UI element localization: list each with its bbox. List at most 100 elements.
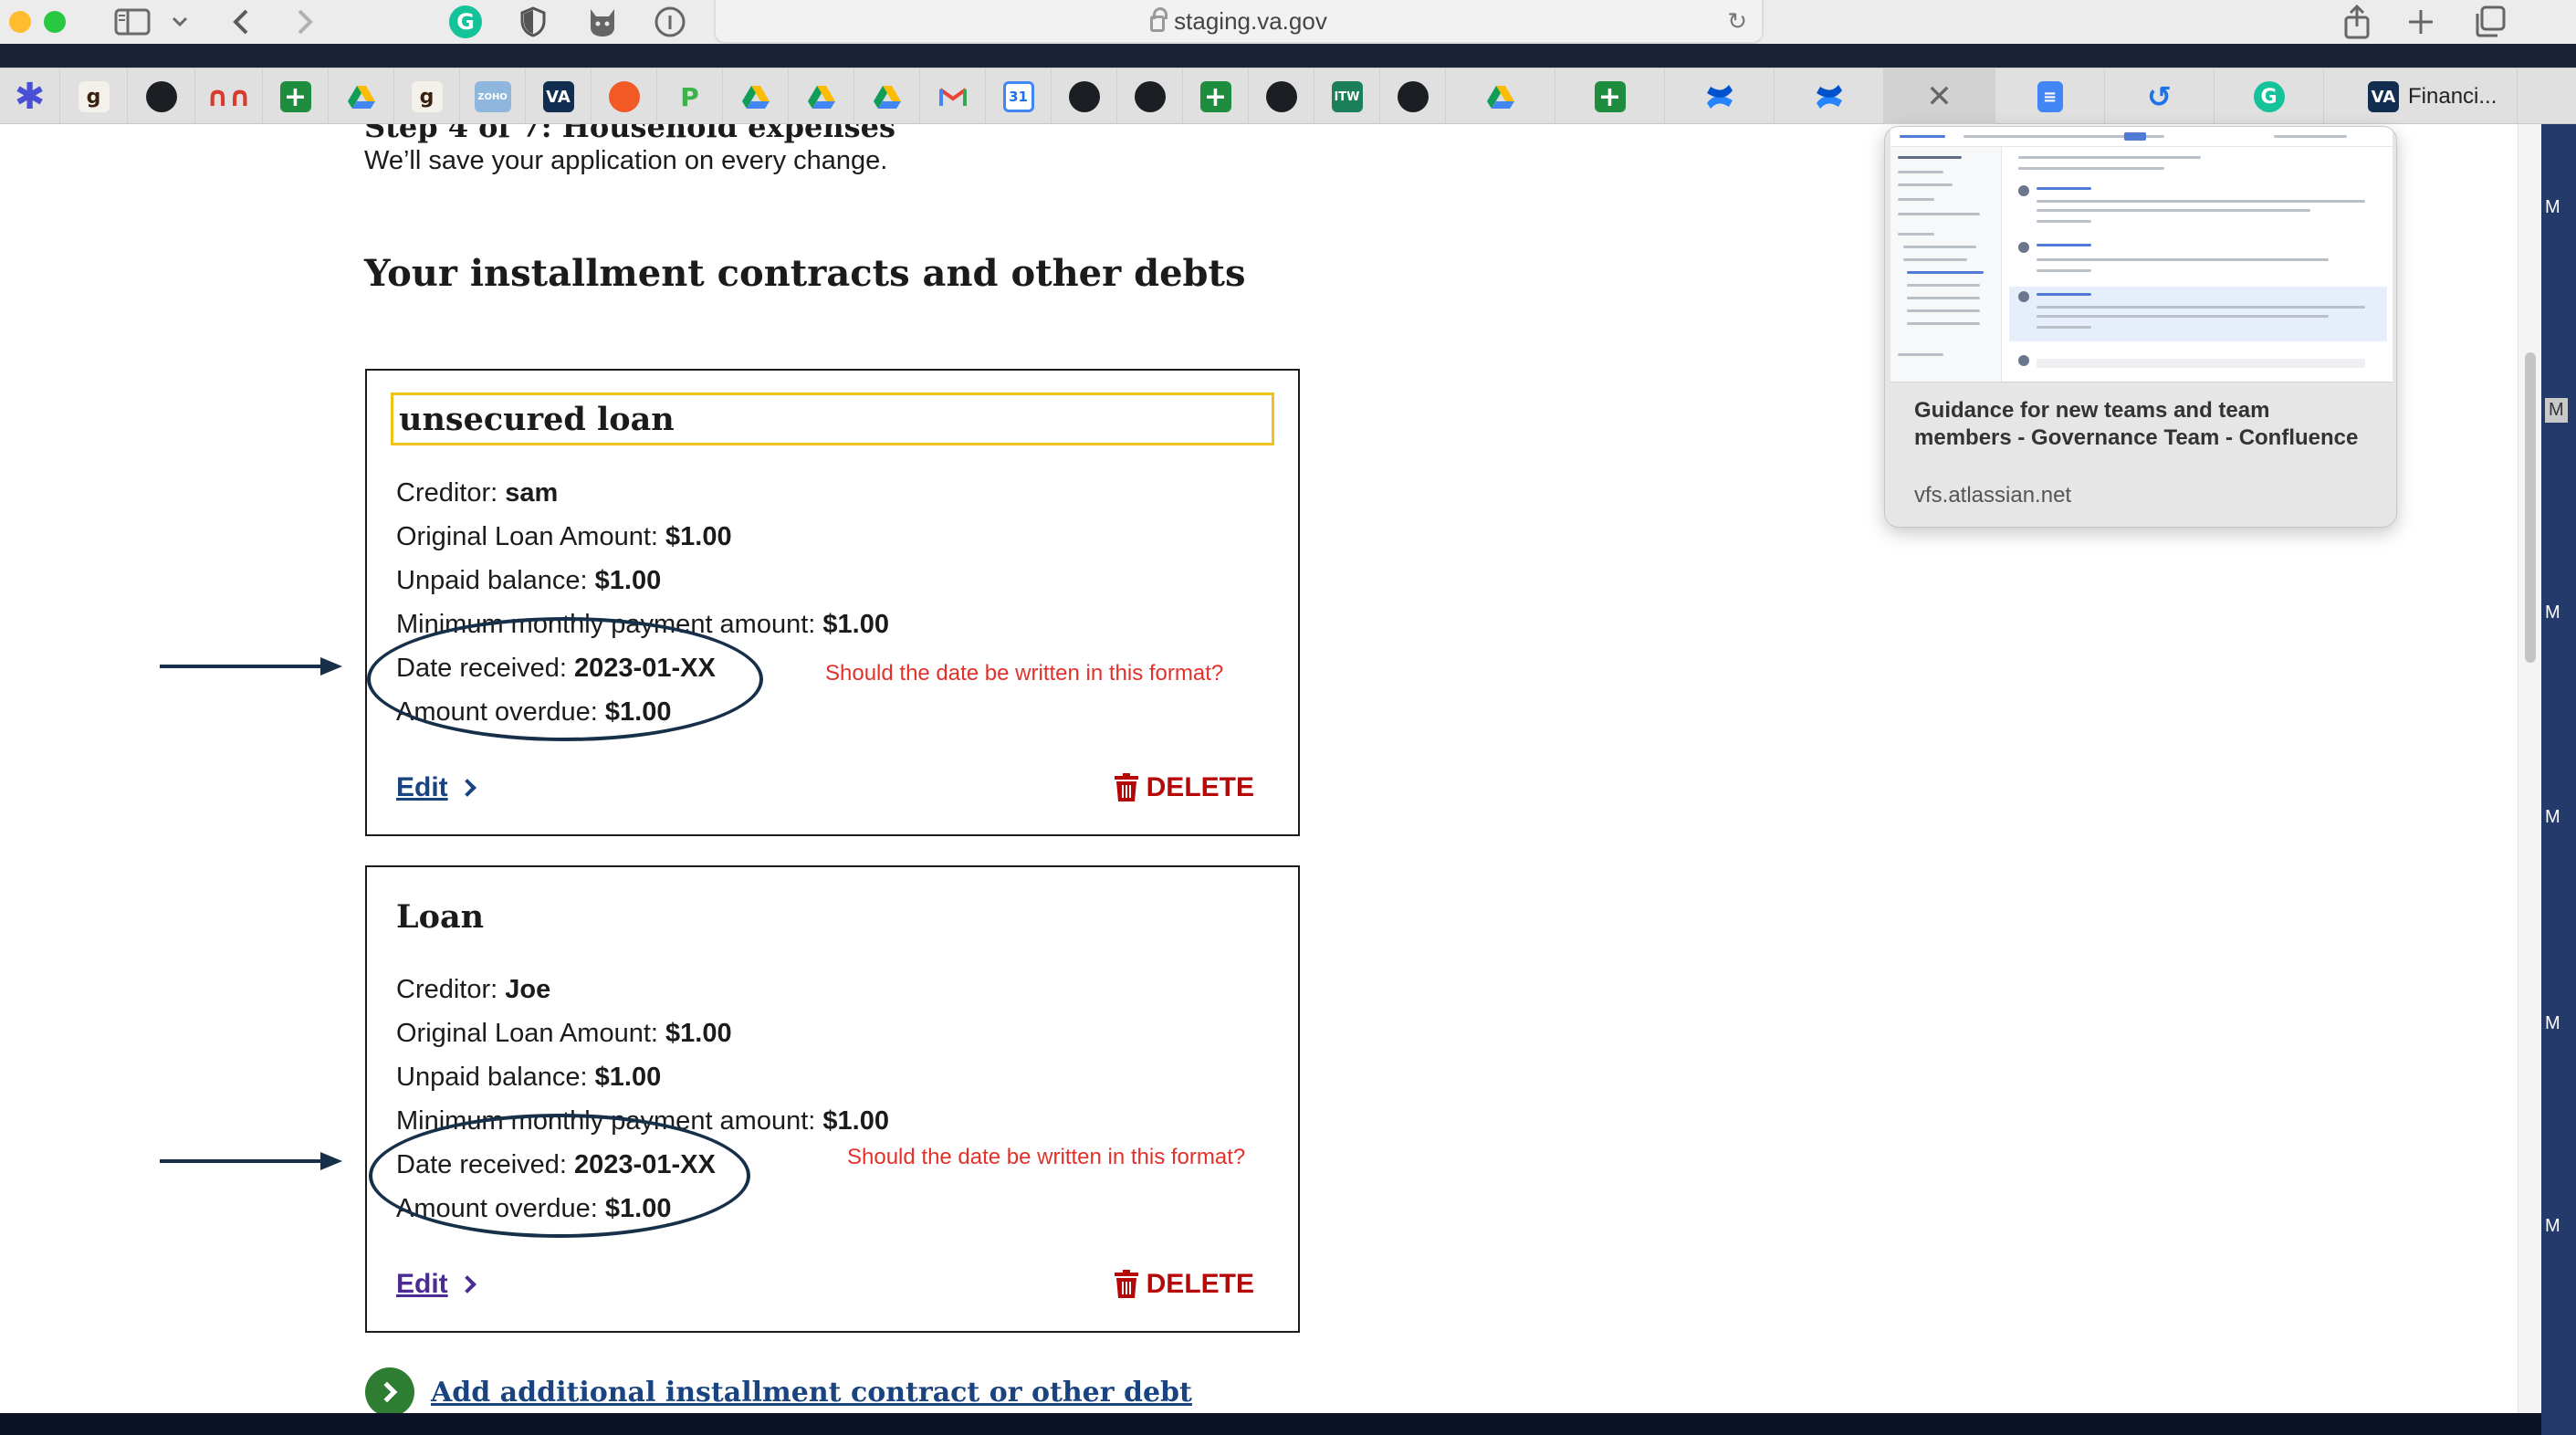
google-sheets-icon: + [1199, 81, 1231, 113]
tab-asterisk[interactable]: ✱ [0, 68, 60, 125]
preview-topbar [1890, 127, 2393, 147]
tab-goodreads[interactable]: g [60, 68, 128, 125]
desktop-letter: M [2545, 1216, 2560, 1236]
tab-overview-icon[interactable] [2470, 4, 2510, 40]
google-sheets-icon: + [1594, 81, 1626, 113]
google-calendar-icon: 31 [1002, 81, 1034, 112]
share-icon[interactable] [2337, 4, 2377, 40]
tab-app-circle[interactable] [592, 68, 657, 125]
tab-itw[interactable]: ITW [1314, 68, 1380, 125]
tab-github-5[interactable] [1380, 68, 1446, 125]
debt-card: Loan Creditor: Joe Original Loan Amount:… [365, 865, 1300, 1333]
tab-pivotal[interactable]: P [657, 68, 723, 125]
tab-hovered[interactable]: ✕ [1884, 68, 1995, 125]
google-drive-icon [806, 81, 837, 112]
tab-va-1[interactable]: VA [526, 68, 592, 125]
desktop-bottom-edge [0, 1413, 2541, 1435]
back-arrow-icon[interactable] [225, 4, 257, 40]
tab-github-4[interactable] [1249, 68, 1314, 125]
desktop-letter: M [2545, 807, 2560, 827]
unpaid-balance-row: Unpaid balance: $1.00 [396, 1063, 662, 1092]
zoom-window-button[interactable] [44, 11, 66, 33]
tab-drive-1[interactable] [329, 68, 394, 125]
forward-arrow-icon[interactable] [288, 4, 321, 40]
preview-url: vfs.atlassian.net [1914, 483, 2072, 508]
info-extension-icon[interactable] [650, 4, 690, 40]
tab-drive-5[interactable] [1446, 68, 1555, 125]
page-scrollbar[interactable] [2518, 124, 2541, 1413]
tab-strip: ✱ g ∩∩ + g ZOHO VA P 31 + ITW + ✕ ≡ ↺ G … [0, 68, 2576, 125]
edit-link[interactable]: Edit [396, 772, 476, 803]
address-bar-url: staging.va.gov [1174, 6, 1327, 35]
tab-gmail[interactable] [920, 68, 986, 125]
add-circle-icon[interactable] [365, 1367, 414, 1413]
desktop-letter: M [2545, 398, 2568, 423]
reload-icon[interactable]: ↻ [1727, 7, 1747, 36]
tab-github-2[interactable] [1052, 68, 1117, 125]
tab-grammarly[interactable]: G [2215, 68, 2324, 125]
va-icon: VA [2368, 81, 2399, 112]
add-debt-row[interactable]: Add additional installment contract or o… [365, 1367, 1192, 1413]
original-amount-value: $1.00 [665, 1019, 732, 1048]
shield-extension-icon[interactable] [515, 4, 551, 40]
github-icon [145, 81, 177, 112]
tab-calendar[interactable]: 31 [986, 68, 1052, 125]
grammarly-extension-icon[interactable]: G [447, 4, 484, 40]
annotation-arrow [160, 657, 342, 676]
zoho-icon: ZOHO [474, 81, 511, 112]
trash-icon [1114, 773, 1138, 801]
minimize-window-button[interactable] [9, 11, 31, 33]
tab-drive-2[interactable] [723, 68, 789, 125]
chevron-right-icon [457, 1275, 476, 1294]
trash-icon [1114, 1270, 1138, 1298]
annotation-ellipse [367, 617, 763, 741]
grammarly-icon: G [2253, 81, 2285, 112]
minimum-payment-value: $1.00 [822, 610, 889, 639]
tab-docs[interactable]: ≡ [1995, 68, 2105, 125]
tab-financial[interactable]: VA Financi... [2324, 68, 2518, 125]
preview-sidebar [1890, 147, 2002, 382]
delete-button[interactable]: DELETE [1114, 772, 1254, 803]
card-title: unsecured loan [391, 393, 1274, 445]
address-bar[interactable]: staging.va.gov ↻ [714, 0, 1764, 44]
annotation-note: Should the date be written in this forma… [825, 661, 1224, 686]
tab-github-3[interactable] [1117, 68, 1183, 125]
tab-metro[interactable]: ∩∩ [195, 68, 263, 125]
tab-refresh-app[interactable]: ↺ [2105, 68, 2215, 125]
metro-icon: ∩∩ [206, 80, 251, 113]
cat-extension-icon[interactable] [582, 4, 623, 40]
edit-link[interactable]: Edit [396, 1269, 476, 1300]
new-tab-icon[interactable] [2401, 4, 2441, 40]
google-drive-icon [872, 81, 903, 112]
original-amount-row: Original Loan Amount: $1.00 [396, 1019, 732, 1048]
google-drive-icon [740, 81, 771, 112]
google-sheets-icon: + [279, 81, 311, 113]
tab-confluence-1[interactable] [1665, 68, 1775, 125]
delete-button[interactable]: DELETE [1114, 1269, 1254, 1300]
sidebar-toggle-icon[interactable] [110, 4, 155, 40]
scrollbar-thumb[interactable] [2525, 352, 2536, 663]
refresh-app-icon: ↺ [2147, 79, 2172, 114]
chevron-down-icon[interactable] [166, 4, 194, 40]
github-icon [1265, 81, 1297, 112]
add-debt-link[interactable]: Add additional installment contract or o… [431, 1377, 1192, 1409]
original-amount-row: Original Loan Amount: $1.00 [396, 522, 732, 551]
asterisk-icon: ✱ [14, 76, 46, 118]
preview-title: Guidance for new teams and team members … [1914, 398, 2359, 450]
browser-toolbar: G staging.va.gov ↻ [0, 0, 2576, 44]
close-icon[interactable]: ✕ [1926, 79, 1953, 115]
tab-zoho[interactable]: ZOHO [460, 68, 526, 125]
tab-sheets-1[interactable]: + [263, 68, 329, 125]
tab-confluence-2[interactable] [1775, 68, 1884, 125]
goodreads-icon: g [411, 81, 443, 112]
annotation-note: Should the date be written in this forma… [847, 1145, 1246, 1169]
tab-preview-popover[interactable]: Guidance for new teams and team members … [1884, 126, 2397, 528]
tab-sheets-2[interactable]: + [1183, 68, 1249, 125]
tab-github-1[interactable] [128, 68, 195, 125]
tab-drive-3[interactable] [789, 68, 854, 125]
tab-sheets-3[interactable]: + [1555, 68, 1665, 125]
tab-drive-4[interactable] [854, 68, 920, 125]
lock-icon [1150, 7, 1168, 32]
tab-goodreads-2[interactable]: g [394, 68, 460, 125]
desktop-letter: M [2545, 1013, 2560, 1033]
